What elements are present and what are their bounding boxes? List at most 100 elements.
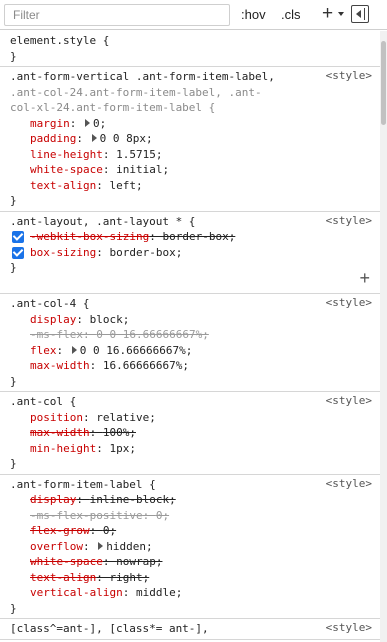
rule-selector[interactable]: .ant-form-item-label { [10,477,372,493]
css-declaration[interactable]: white-space: initial; [10,162,372,178]
property-name[interactable]: flex [30,344,57,357]
css-declaration[interactable]: min-height: 1px; [10,441,372,457]
property-name[interactable]: max-width [30,426,90,439]
rule-closing-brace: } [10,261,17,274]
colon-separator: : [69,116,83,130]
css-declaration[interactable]: flex-grow: 0; [10,523,372,539]
colon-separator: : [102,147,117,161]
expand-shorthand-icon[interactable] [91,134,97,142]
declaration-checkbox[interactable] [12,231,24,243]
property-name[interactable]: text-align [30,179,96,192]
css-declaration[interactable]: max-width: 16.66666667%; [10,358,372,374]
selector-text: element.style { [10,34,110,47]
css-declaration[interactable]: text-align: right; [10,570,372,586]
new-rule-chevron-down-icon[interactable] [338,12,344,18]
property-value[interactable]: block; [90,313,130,326]
property-value[interactable]: 100%; [103,426,136,439]
add-declaration-plus-icon[interactable]: + [359,269,370,287]
property-value[interactable]: 0 0 8px; [100,132,153,145]
css-declaration[interactable]: -ms-flex: 0 0 16.66666667%; [10,327,372,343]
style-rule-block: <style> .ant-col-4 {display: block; -ms-fl… [0,294,380,392]
css-declaration[interactable]: display: block; [10,312,372,328]
css-declaration[interactable]: flex: 0 0 16.66666667%; [10,343,372,359]
property-name[interactable]: box-sizing [30,246,96,259]
property-value[interactable]: 1.5715; [116,148,162,161]
property-name[interactable]: -ms-flex [30,328,83,341]
property-value[interactable]: left; [109,179,142,192]
css-declaration[interactable]: position: relative; [10,410,372,426]
css-declaration[interactable]: max-width: 100%; [10,425,372,441]
property-value[interactable]: 1px; [109,442,136,455]
property-name[interactable]: display [30,313,76,326]
property-name[interactable]: max-width [30,359,90,372]
hov-toggle-button[interactable]: :hov [241,6,266,24]
selector-text: .ant-layout, .ant-layout * { [10,214,196,228]
selector-text: .ant-form-item-label { [10,477,156,491]
rule-selector[interactable]: [class^=ant-], [class*= ant-], [10,621,372,637]
property-value[interactable]: relative; [96,411,156,424]
rule-selector[interactable]: col-xl-24.ant-form-item-label { [10,100,372,116]
property-value[interactable]: 0; [156,509,169,522]
expand-shorthand-icon[interactable] [85,118,90,127]
expand-shorthand-icon[interactable] [71,345,77,354]
rule-selector[interactable]: .ant-col { [10,394,372,410]
css-declaration[interactable]: text-align: left; [10,178,372,194]
property-value[interactable]: 0; [103,524,116,537]
property-value[interactable]: initial; [116,163,169,176]
property-value[interactable]: 16.66666667%; [103,359,189,372]
colon-separator: : [89,359,103,372]
property-value[interactable]: 0; [93,117,106,130]
property-name[interactable]: position [30,411,83,424]
property-value[interactable]: inline-block; [90,493,176,506]
property-name[interactable]: -webkit-box-sizing [30,230,149,243]
expand-shorthand-icon[interactable] [98,541,104,550]
style-rule-block: <style> .ant-layout, .ant-layout * {-webk… [0,212,380,294]
rule-selector[interactable]: .ant-layout, .ant-layout * { [10,214,372,230]
css-declaration[interactable]: display: inline-block; [10,492,372,508]
colon-separator: : [96,245,110,259]
property-value[interactable]: border-box; [109,246,182,259]
rule-selector[interactable]: .ant-form-vertical .ant-form-item-label, [10,69,372,85]
declaration-checkbox[interactable] [12,246,24,259]
property-name[interactable]: line-height [30,148,103,161]
rule-selector[interactable]: element.style { [10,33,372,49]
property-name[interactable]: padding [30,132,76,145]
style-rule-block: <style> .ant-form-item-label {display: in… [0,475,380,619]
property-name[interactable]: vertical-align [30,586,123,599]
cls-toggle-button[interactable]: .cls [281,6,301,24]
css-declaration[interactable]: white-space: nowrap; [10,554,372,570]
property-name[interactable]: min-height [30,442,96,455]
property-name[interactable]: margin [30,117,70,130]
property-name[interactable]: overflow [30,540,83,553]
property-value[interactable]: 0 0 16.66666667%; [96,328,209,341]
rule-selector[interactable]: .ant-col-24.ant-form-item-label, .ant- [10,85,372,101]
css-declaration[interactable]: box-sizing: border-box; [10,245,372,261]
filter-input[interactable] [4,4,230,26]
css-declaration[interactable]: line-height: 1.5715; [10,147,372,163]
property-value[interactable]: 0 0 16.66666667%; [80,344,193,357]
property-value[interactable]: hidden; [106,540,152,553]
property-name[interactable]: flex-grow [30,524,90,537]
css-declaration[interactable]: -webkit-box-sizing: border-box; [10,229,372,245]
css-declaration[interactable]: padding: 0 0 8px; [10,131,372,147]
property-value[interactable]: right; [109,571,149,584]
property-value[interactable]: nowrap; [116,555,162,568]
toggle-sidebar-icon[interactable] [351,5,369,23]
property-name[interactable]: text-align [30,571,96,584]
css-declaration[interactable]: -ms-flex-positive: 0; [10,508,372,524]
css-declaration[interactable]: overflow: hidden; [10,539,372,555]
property-value[interactable]: border-box; [162,230,235,243]
property-name[interactable]: white-space [30,163,103,176]
scrollbar[interactable] [380,31,387,642]
css-declaration[interactable]: vertical-align: middle; [10,585,372,601]
colon-separator: : [89,426,103,439]
property-name[interactable]: -ms-flex-positive [30,509,143,522]
scrollbar-thumb[interactable] [381,41,386,125]
property-name[interactable]: display [30,493,76,506]
style-rule-block: element.style {} [0,31,380,67]
property-value[interactable]: middle; [136,586,182,599]
css-declaration[interactable]: margin: 0; [10,116,372,132]
selector-text: [class^=ant-], [class*= ant-], [10,622,209,635]
property-name[interactable]: white-space [30,555,103,568]
rule-selector[interactable]: .ant-col-4 { [10,296,372,312]
